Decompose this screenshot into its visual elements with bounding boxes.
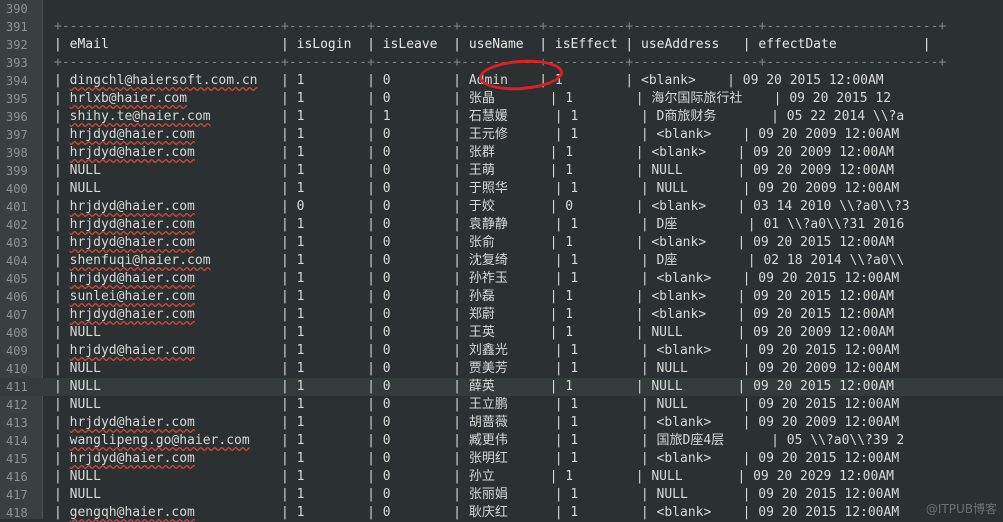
line-text: | shihy.te@haier.com | 1 | 1 | 石慧媛 | 1 |… — [54, 109, 905, 124]
line-text: | NULL | 1 | 0 | 王萌 | 1 | NULL | 09 20 2… — [54, 163, 894, 178]
line-number: 402 — [6, 218, 28, 232]
line-number: 413 — [6, 416, 28, 430]
line-number: 407 — [6, 308, 28, 322]
line-text: | hrjdyd@haier.com | 1 | 0 | 孙祚玉 | 1 | <… — [54, 271, 900, 286]
line-number: 399 — [6, 164, 28, 178]
line-text: | hrjdyd@haier.com | 1 | 0 | 袁静静 | 1 | D… — [54, 217, 905, 232]
line-number: 414 — [6, 434, 28, 448]
editor-line[interactable]: 415 | hrjdyd@haier.com | 1 | 0 | 张明红 | 1 … — [0, 450, 1003, 468]
editor-line[interactable]: 396 | shihy.te@haier.com | 1 | 1 | 石慧媛 | … — [0, 108, 1003, 126]
editor-line[interactable]: 397 | hrjdyd@haier.com | 1 | 0 | 王元修 | 1 … — [0, 126, 1003, 144]
line-number: 401 — [6, 200, 28, 214]
line-text: | NULL | 1 | 0 | 贾美芳 | 1 | NULL | 09 20 … — [54, 361, 900, 376]
line-text: | NULL | 1 | 0 | 薛英 | 1 | NULL | 09 20 2… — [54, 379, 894, 394]
editor-line[interactable]: 418 | gengqh@haier.com | 1 | 0 | 耿庆红 | 1 … — [0, 504, 1003, 522]
line-text: | hrjdyd@haier.com | 1 | 0 | 刘鑫光 | 1 | <… — [54, 343, 900, 358]
line-number: 398 — [6, 146, 28, 160]
line-text: | hrjdyd@haier.com | 1 | 0 | 胡蔷薇 | 1 | <… — [54, 415, 900, 430]
line-number: 418 — [6, 506, 28, 520]
editor-line[interactable]: 416 | NULL | 1 | 0 | 孙立 | 1 | NULL | 09 2… — [0, 468, 1003, 486]
line-number: 412 — [6, 398, 28, 412]
line-text: | shenfuqi@haier.com | 1 | 0 | 沈复绮 | 1 |… — [54, 253, 905, 268]
line-number: 391 — [6, 20, 28, 34]
editor-line[interactable]: 395 | hrlxb@haier.com | 1 | 0 | 张晶 | 1 | … — [0, 90, 1003, 108]
line-number: 390 — [6, 2, 28, 16]
line-number: 396 — [6, 110, 28, 124]
editor-line[interactable]: 412 | NULL | 1 | 0 | 王立鹏 | 1 | NULL | 09 … — [0, 396, 1003, 414]
editor-line[interactable]: 413 | hrjdyd@haier.com | 1 | 0 | 胡蔷薇 | 1 … — [0, 414, 1003, 432]
line-number: 404 — [6, 254, 28, 268]
line-number: 393 — [6, 56, 28, 70]
editor-line[interactable]: 398 | hrjdyd@haier.com | 1 | 0 | 张群 | 1 |… — [0, 144, 1003, 162]
line-text: | hrjdyd@haier.com | 1 | 0 | 张明红 | 1 | <… — [54, 451, 900, 466]
line-text: | dingchl@haiersoft.com.cn | 1 | 0 | Adm… — [54, 73, 884, 88]
line-text: | sunlei@haier.com | 1 | 0 | 孙磊 | 1 | <b… — [54, 289, 894, 304]
editor-line[interactable]: 414 | wanglipeng.go@haier.com | 1 | 0 | 臧… — [0, 432, 1003, 450]
line-text: | hrjdyd@haier.com | 1 | 0 | 王元修 | 1 | <… — [54, 127, 900, 142]
line-text: | NULL | 1 | 0 | 张丽娟 | 1 | NULL | 09 20 … — [54, 487, 900, 502]
line-number: 417 — [6, 488, 28, 502]
line-text: | eMail | isLogin | isLeave | useName | … — [54, 37, 931, 52]
line-number: 394 — [6, 74, 28, 88]
editor-line[interactable]: 392 | eMail | isLogin | isLeave | useName… — [0, 36, 1003, 54]
editor-line[interactable]: 390 — [0, 0, 1003, 18]
line-text: | NULL | 1 | 0 | 孙立 | 1 | NULL | 09 20 2… — [54, 469, 894, 484]
line-number: 410 — [6, 362, 28, 376]
line-number: 406 — [6, 290, 28, 304]
line-number: 405 — [6, 272, 28, 286]
line-number: 409 — [6, 344, 28, 358]
editor-line[interactable]: 404 | shenfuqi@haier.com | 1 | 0 | 沈复绮 | … — [0, 252, 1003, 270]
line-number: 403 — [6, 236, 28, 250]
line-number: 416 — [6, 470, 28, 484]
line-text: | hrjdyd@haier.com | 1 | 0 | 张群 | 1 | <b… — [54, 145, 894, 160]
line-number: 400 — [6, 182, 28, 196]
line-text: | hrlxb@haier.com | 1 | 0 | 张晶 | 1 | 海尔国… — [54, 91, 892, 106]
editor-line[interactable]: 405 | hrjdyd@haier.com | 1 | 0 | 孙祚玉 | 1 … — [0, 270, 1003, 288]
line-text: | NULL | 1 | 0 | 于照华 | 1 | NULL | 09 20 … — [54, 181, 900, 196]
editor-line[interactable]: 402 | hrjdyd@haier.com | 1 | 0 | 袁静静 | 1 … — [0, 216, 1003, 234]
line-number: 415 — [6, 452, 28, 466]
text-editor[interactable]: 390 391 +----------------------------+----… — [0, 0, 1003, 522]
line-number: 411 — [6, 380, 28, 394]
line-text: | gengqh@haier.com | 1 | 0 | 耿庆红 | 1 | <… — [54, 505, 900, 520]
line-text: | hrjdyd@haier.com | 1 | 0 | 郑蔚 | 1 | <b… — [54, 307, 894, 322]
editor-line[interactable]: 410 | NULL | 1 | 0 | 贾美芳 | 1 | NULL | 09 … — [0, 360, 1003, 378]
editor-line[interactable]: 400 | NULL | 1 | 0 | 于照华 | 1 | NULL | 09 … — [0, 180, 1003, 198]
editor-line[interactable]: 407 | hrjdyd@haier.com | 1 | 0 | 郑蔚 | 1 |… — [0, 306, 1003, 324]
watermark: @ITPUB博客 — [925, 502, 997, 516]
editor-line[interactable]: 409 | hrjdyd@haier.com | 1 | 0 | 刘鑫光 | 1 … — [0, 342, 1003, 360]
editor-line[interactable]: 408 | NULL | 1 | 0 | 王英 | 1 | NULL | 09 2… — [0, 324, 1003, 342]
line-text: | hrjdyd@haier.com | 0 | 0 | 于姣 | 0 | <b… — [54, 199, 910, 214]
editor-line[interactable]: 417 | NULL | 1 | 0 | 张丽娟 | 1 | NULL | 09 … — [0, 486, 1003, 504]
editor-line[interactable]: 401 | hrjdyd@haier.com | 0 | 0 | 于姣 | 0 |… — [0, 198, 1003, 216]
editor-line[interactable]: 391 +----------------------------+-------… — [0, 18, 1003, 36]
line-text: +----------------------------+----------… — [54, 19, 947, 34]
line-number: 397 — [6, 128, 28, 142]
line-text: | NULL | 1 | 0 | 王立鹏 | 1 | NULL | 09 20 … — [54, 397, 900, 412]
line-text: | wanglipeng.go@haier.com | 1 | 0 | 臧更伟 … — [54, 433, 905, 448]
line-text: | hrjdyd@haier.com | 1 | 0 | 张俞 | 1 | <b… — [54, 235, 894, 250]
line-number: 395 — [6, 92, 28, 106]
editor-line[interactable]: 411 | NULL | 1 | 0 | 薛英 | 1 | NULL | 09 2… — [0, 378, 1003, 396]
editor-line[interactable]: 406 | sunlei@haier.com | 1 | 0 | 孙磊 | 1 |… — [0, 288, 1003, 306]
line-text: | NULL | 1 | 0 | 王英 | 1 | NULL | 09 20 2… — [54, 325, 894, 340]
editor-line[interactable]: 403 | hrjdyd@haier.com | 1 | 0 | 张俞 | 1 |… — [0, 234, 1003, 252]
line-number: 408 — [6, 326, 28, 340]
line-number: 392 — [6, 38, 28, 52]
editor-line[interactable]: 399 | NULL | 1 | 0 | 王萌 | 1 | NULL | 09 2… — [0, 162, 1003, 180]
